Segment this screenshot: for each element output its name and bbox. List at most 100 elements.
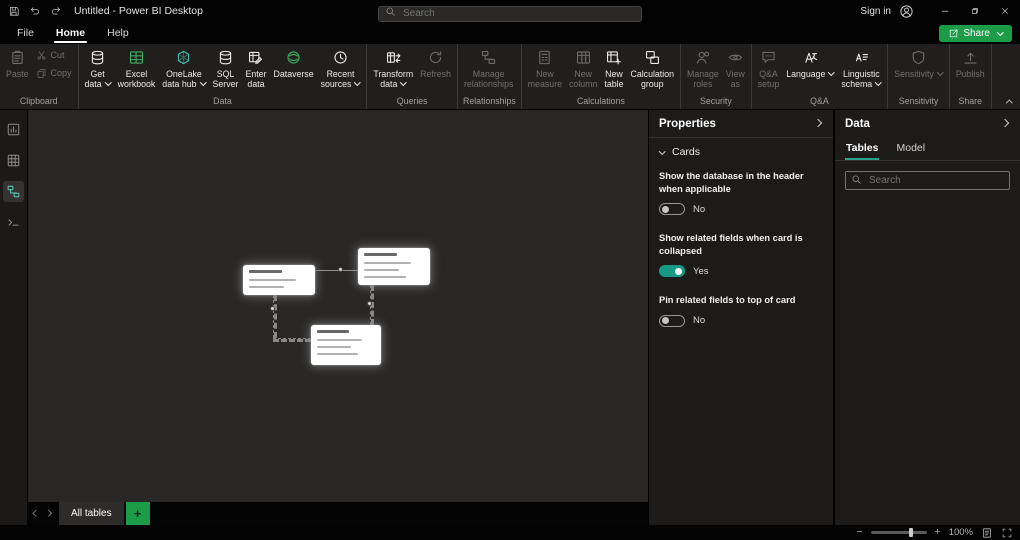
view-button-report-view[interactable] — [3, 119, 24, 140]
setting-label: Pin related fields to top of card — [659, 294, 823, 307]
ribbon-button-linguistic-schema[interactable]: Linguistic schema — [838, 47, 884, 91]
model-table-card[interactable] — [358, 248, 430, 285]
ribbon-button-new-table[interactable]: New table — [601, 47, 626, 91]
ribbon-group-label: Q&A — [755, 93, 884, 109]
relationship-node-dot — [367, 301, 372, 306]
ribbon-button-view-as: View as — [723, 47, 748, 91]
chevron-left-icon — [32, 511, 38, 517]
view-button-dax-query-view[interactable] — [3, 212, 24, 233]
ribbon-button-dataverse[interactable]: Dataverse — [271, 47, 317, 81]
ribbon-group-clipboard: PasteCutCopyClipboard — [0, 44, 79, 109]
global-search-input[interactable] — [378, 6, 642, 22]
tab-tables[interactable]: Tables — [845, 139, 879, 160]
ribbon-button-recent-sources[interactable]: Recent sources — [318, 47, 364, 91]
zoom-slider[interactable] — [871, 531, 927, 534]
toggle-pin-related-fields-to-top-of-card[interactable] — [659, 315, 685, 327]
ribbon-button-language[interactable]: Language — [783, 47, 837, 81]
search-icon — [851, 174, 862, 185]
save-icon[interactable] — [8, 5, 20, 17]
toggle-knob — [662, 317, 669, 324]
zoom-out-button[interactable]: − — [856, 527, 862, 538]
card-title-bar — [249, 270, 282, 273]
ribbon-group-label: Relationships — [461, 93, 518, 109]
property-setting: Show related fields when card is collaps… — [659, 232, 823, 277]
ribbon-button-excel-workbook[interactable]: Excel workbook — [115, 47, 159, 91]
fit-to-screen-icon[interactable] — [1001, 527, 1013, 539]
ribbon-button-label: Transform data — [373, 69, 413, 89]
data-search-input[interactable] — [845, 171, 1010, 190]
share-chevron-icon — [997, 30, 1003, 36]
onelake-data-hub-icon — [175, 49, 192, 66]
sensitivity-icon — [910, 49, 927, 66]
ribbon-button-publish: Publish — [953, 47, 988, 81]
model-table-card[interactable] — [243, 265, 315, 295]
ribbon-button-get-data[interactable]: Get data — [82, 47, 114, 91]
publish-icon — [962, 49, 979, 66]
ribbon-button-calculation-group[interactable]: Calculation group — [627, 47, 677, 91]
ribbon-group-sensitivity: SensitivitySensitivity — [888, 44, 950, 109]
linguistic-schema-icon — [853, 49, 870, 66]
close-button[interactable] — [990, 0, 1020, 22]
new-layout-button[interactable]: + — [126, 502, 150, 525]
q-a-setup-icon — [760, 49, 777, 66]
data-panel-tabs: Tables Model — [835, 137, 1020, 161]
view-button-model-view[interactable] — [3, 181, 24, 202]
toggle-show-the-database-in-the-header-when-applicable[interactable] — [659, 203, 685, 215]
zoom-in-button[interactable]: + — [935, 527, 941, 538]
prev-page-button[interactable] — [28, 502, 42, 525]
cards-section-title: Cards — [672, 146, 700, 158]
zoom-slider-thumb[interactable] — [909, 528, 913, 537]
toggle-show-related-fields-when-card-is-collapsed[interactable] — [659, 265, 685, 277]
enter-data-icon — [247, 49, 264, 66]
tab-model[interactable]: Model — [895, 139, 926, 160]
minimize-button[interactable] — [930, 0, 960, 22]
page-tab-all-tables[interactable]: All tables — [59, 502, 124, 525]
copy-icon — [36, 68, 47, 79]
card-title-bar — [364, 253, 397, 256]
ribbon-tab-bar: File Home Help Share — [0, 22, 1020, 44]
collapse-data-icon[interactable] — [1002, 120, 1010, 128]
account-avatar-icon[interactable] — [899, 4, 914, 19]
share-button[interactable]: Share — [939, 25, 1012, 42]
ribbon-group-share: PublishShare — [950, 44, 992, 109]
tab-help[interactable]: Help — [96, 22, 140, 44]
search-icon — [385, 6, 396, 17]
model-table-card[interactable] — [311, 325, 381, 365]
collapse-properties-icon[interactable] — [815, 120, 823, 128]
ribbon-group-relationships: Manage relationshipsRelationships — [458, 44, 522, 109]
collapse-ribbon-icon[interactable] — [1006, 99, 1012, 105]
ribbon-button-enter-data[interactable]: Enter data — [242, 47, 269, 91]
undo-icon — [29, 5, 41, 17]
dropdown-chevron-icon — [828, 70, 834, 76]
window-title: Untitled - Power BI Desktop — [74, 5, 203, 17]
card-field-line — [364, 276, 406, 278]
tab-file[interactable]: File — [6, 22, 45, 44]
ribbon-button-label: Copy — [51, 68, 72, 78]
ribbon-button-label: Excel workbook — [118, 69, 156, 89]
properties-settings: Show the database in the header when app… — [649, 166, 833, 327]
get-data-icon — [89, 49, 106, 66]
ribbon-button-onelake-data-hub[interactable]: OneLake data hub — [159, 47, 208, 91]
view-button-table-view[interactable] — [3, 150, 24, 171]
fit-to-page-icon[interactable] — [981, 527, 993, 539]
sign-in-button[interactable]: Sign in — [852, 6, 899, 17]
tab-home[interactable]: Home — [45, 22, 96, 44]
dropdown-chevron-icon — [875, 80, 881, 86]
dropdown-chevron-icon — [354, 80, 360, 86]
ribbon-button-label: Publish — [956, 69, 985, 79]
relationship-node-dot — [270, 306, 275, 311]
next-page-button[interactable] — [42, 502, 56, 525]
ribbon-button-label: Cut — [51, 50, 65, 60]
paste-icon — [9, 49, 26, 66]
calculation-group-icon — [644, 49, 661, 66]
cards-section-header[interactable]: Cards — [649, 138, 833, 166]
ribbon-button-copy: Copy — [33, 67, 75, 80]
ribbon-button-new-column: New column — [566, 47, 600, 91]
setting-label: Show related fields when card is collaps… — [659, 232, 823, 257]
ribbon-button-label: New table — [604, 69, 623, 89]
ribbon-button-sql-server[interactable]: SQL Server — [210, 47, 242, 91]
property-setting: Show the database in the header when app… — [659, 170, 823, 215]
ribbon: PasteCutCopyClipboardGet dataExcel workb… — [0, 44, 1020, 110]
ribbon-button-transform-data[interactable]: Transform data — [370, 47, 416, 91]
restore-button[interactable] — [960, 0, 990, 22]
